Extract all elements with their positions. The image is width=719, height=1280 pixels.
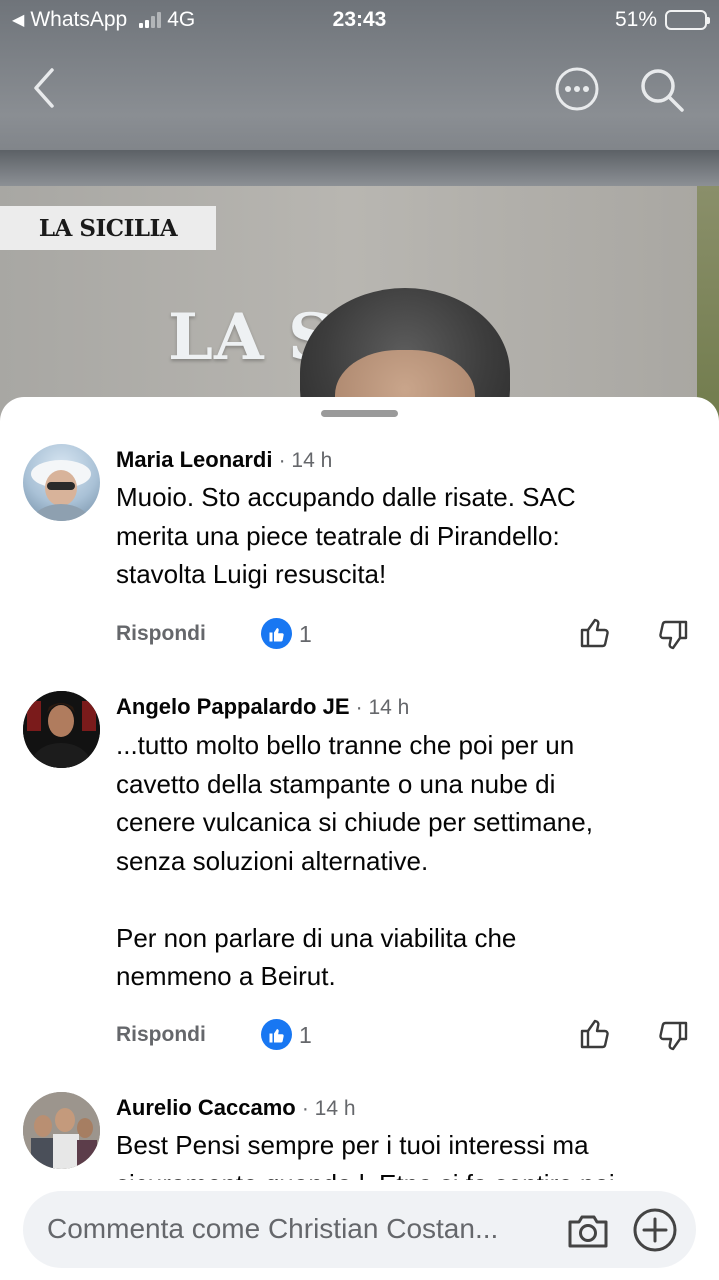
comment-composer[interactable]: Commenta come Christian Costan... bbox=[23, 1191, 696, 1268]
video-background[interactable]: LA SICILIA LA SI A bbox=[0, 0, 719, 430]
comment-time: · 14 h bbox=[355, 696, 410, 719]
thumbs-down-icon[interactable] bbox=[656, 1019, 690, 1053]
comments-sheet[interactable]: Maria Leonardi · 14 h Muoio. Sto accupan… bbox=[0, 397, 719, 1280]
status-time: 23:43 bbox=[332, 8, 387, 31]
like-reaction-icon[interactable] bbox=[261, 618, 292, 649]
comment-text: ...tutto molto bello tranne che poi per … bbox=[116, 730, 593, 991]
avatar[interactable] bbox=[23, 444, 100, 521]
battery-percent: 51% bbox=[614, 8, 657, 31]
comment-header: Angelo Pappalardo JE · 14 h bbox=[116, 694, 409, 720]
comment-time: · 14 h bbox=[301, 1097, 356, 1120]
comment-input[interactable]: Commenta come Christian Costan... bbox=[47, 1213, 547, 1245]
status-right: 51% bbox=[614, 8, 710, 32]
avatar-photo bbox=[23, 691, 100, 768]
chevron-left-icon[interactable] bbox=[26, 66, 66, 110]
avatar-photo bbox=[23, 1092, 100, 1169]
video-logo-plate: LA SICILIA bbox=[0, 206, 216, 250]
video-side-panel bbox=[697, 186, 719, 430]
comment-actions: Rispondi 1 bbox=[116, 1017, 706, 1057]
comment-author[interactable]: Angelo Pappalardo JE bbox=[116, 694, 350, 719]
like-count: 1 bbox=[299, 1022, 312, 1048]
reply-button[interactable]: Rispondi bbox=[116, 622, 206, 646]
comment-author[interactable]: Maria Leonardi bbox=[116, 447, 272, 472]
thumbs-up-icon[interactable] bbox=[578, 1017, 612, 1051]
avatar-photo bbox=[31, 460, 91, 521]
composer-area: Commenta come Christian Costan... bbox=[0, 1180, 719, 1280]
like-count: 1 bbox=[299, 621, 312, 647]
sheet-grab-handle[interactable] bbox=[321, 410, 398, 417]
comment-author[interactable]: Aurelio Caccamo bbox=[116, 1095, 296, 1120]
comment-header: Aurelio Caccamo · 14 h bbox=[116, 1095, 356, 1121]
reply-button[interactable]: Rispondi bbox=[116, 1023, 206, 1047]
battery-icon bbox=[665, 10, 710, 30]
avatar[interactable] bbox=[23, 691, 100, 768]
like-reaction-icon[interactable] bbox=[261, 1019, 292, 1050]
camera-icon[interactable] bbox=[566, 1210, 610, 1250]
search-icon[interactable] bbox=[638, 66, 686, 114]
thumbs-up-icon[interactable] bbox=[578, 616, 612, 650]
comment-header: Maria Leonardi · 14 h bbox=[116, 447, 332, 473]
comment-time: · 14 h bbox=[278, 449, 333, 472]
video-beam bbox=[0, 150, 719, 186]
status-bar: ◀ WhatsApp 4G 23:43 51% bbox=[0, 0, 719, 40]
thumbs-down-icon[interactable] bbox=[656, 618, 690, 652]
plus-circle-icon[interactable] bbox=[632, 1207, 678, 1253]
more-horizontal-icon[interactable] bbox=[554, 66, 600, 112]
comment-actions: Rispondi 1 bbox=[116, 616, 706, 656]
avatar[interactable] bbox=[23, 1092, 100, 1169]
comment-text: Muoio. Sto accupando dalle risate. SAC m… bbox=[116, 482, 576, 589]
